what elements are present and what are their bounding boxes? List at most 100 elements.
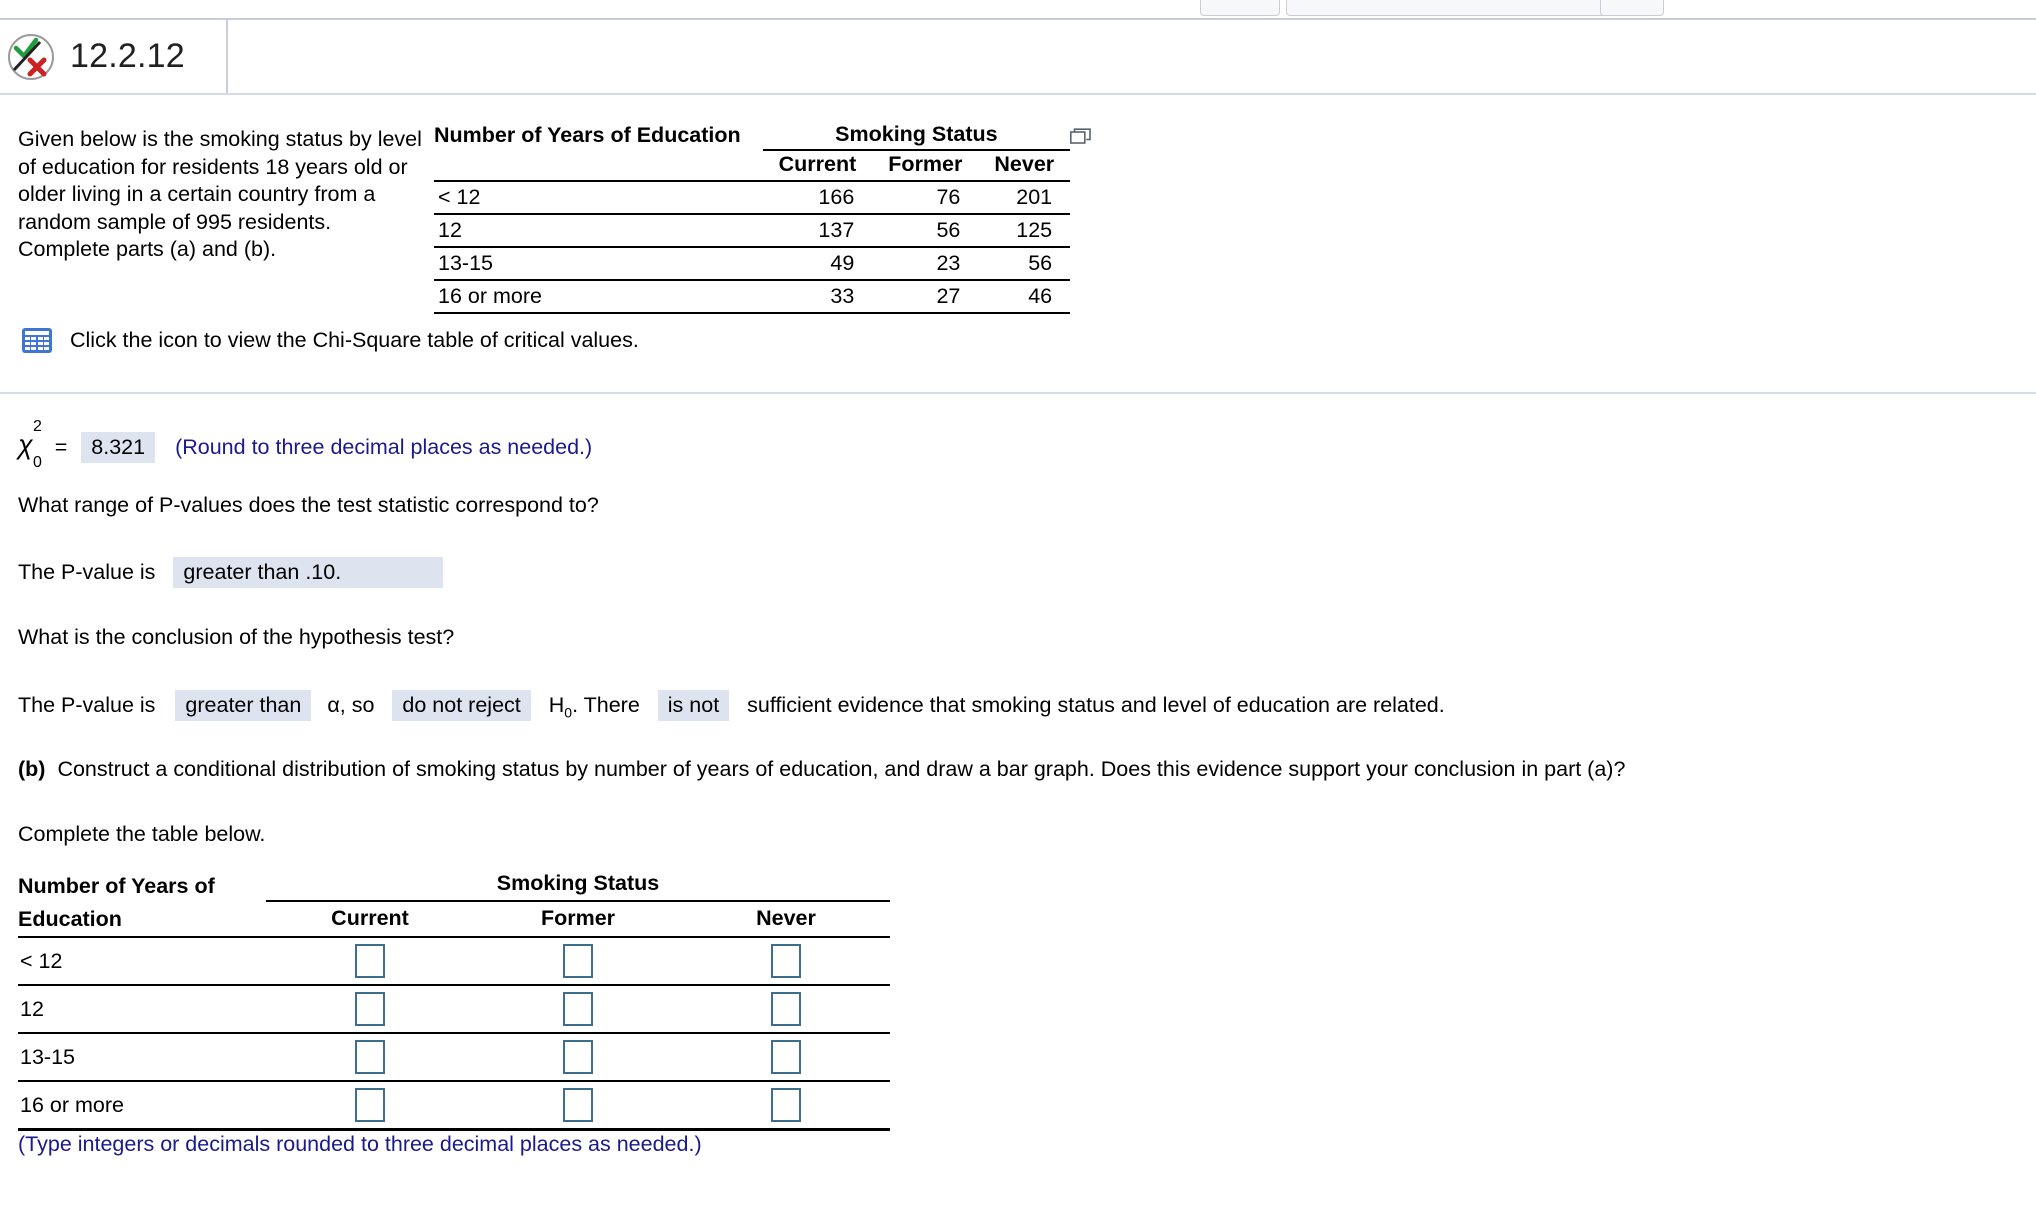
top-toolbar-strip xyxy=(0,0,2036,20)
part-b-prompt-row: (b) Construct a conditional distribution… xyxy=(18,757,1625,782)
current-input-field[interactable] xyxy=(355,1040,385,1074)
btable-input-cell[interactable] xyxy=(682,936,890,986)
part-b-note: (Type integers or decimals rounded to th… xyxy=(18,1132,702,1156)
btable-row-header-line2: Education xyxy=(18,907,122,931)
part-b-label: (b) xyxy=(18,757,46,781)
data-table-row-header: Number of Years of Education xyxy=(434,122,763,181)
current-input-field[interactable] xyxy=(355,1088,385,1122)
data-row-label: < 12 xyxy=(434,181,763,215)
section-divider xyxy=(0,392,2036,394)
data-table-col-former: Former xyxy=(888,152,963,176)
chi-superscript: 2 xyxy=(33,418,42,435)
given-data-table: Number of Years of Education Smoking Sta… xyxy=(434,122,1071,314)
btable-col-never: Never xyxy=(756,905,816,930)
conditional-distribution-table: Number of Years of Education Smoking Sta… xyxy=(18,870,890,1131)
equals-sign: = xyxy=(54,435,68,459)
data-cell: 201 xyxy=(978,181,1071,215)
btable-input-cell[interactable] xyxy=(474,1080,682,1131)
never-input-field[interactable] xyxy=(771,944,801,978)
btable-input-cell[interactable] xyxy=(266,1032,474,1082)
pvalue-answer-dropdown[interactable]: greater than .10. xyxy=(173,557,444,588)
data-cell: 27 xyxy=(872,280,979,314)
data-cell: 56 xyxy=(978,247,1071,281)
data-table-row-header-line1: Number of Years of Education xyxy=(434,123,741,147)
btable-input-cell[interactable] xyxy=(682,984,890,1034)
data-row-label: 16 or more xyxy=(434,280,763,314)
part-b-instruction: Complete the table below. xyxy=(18,822,266,846)
btable-col-current: Current xyxy=(331,905,409,930)
table-row: < 12 166 76 201 xyxy=(434,181,1071,215)
conclusion-answer-row: The P-value is greater than α, so do not… xyxy=(18,690,1445,721)
chi-square-value-field[interactable]: 8.321 xyxy=(81,432,156,463)
btable-input-cell[interactable] xyxy=(474,936,682,986)
question-header-inner: 12.2.12 xyxy=(0,20,228,93)
pvalue-question: What range of P-values does the test sta… xyxy=(18,493,599,517)
toolbar-control-b[interactable] xyxy=(1286,0,1610,16)
table-row: 16 or more xyxy=(18,1080,890,1131)
btable-row-label: < 12 xyxy=(18,936,266,986)
check-cross-icon xyxy=(8,33,54,80)
table-grid-icon[interactable] xyxy=(22,328,52,353)
btable-input-cell[interactable] xyxy=(266,984,474,1034)
former-input-field[interactable] xyxy=(563,1040,593,1074)
conclusion-compare-dropdown[interactable]: greater than xyxy=(175,690,312,721)
btable-input-cell[interactable] xyxy=(474,1032,682,1082)
data-cell: 46 xyxy=(978,280,1071,314)
table-row: 13-15 xyxy=(18,1032,890,1082)
table-row: 12 137 56 125 xyxy=(434,214,1071,248)
data-cell: 56 xyxy=(872,214,979,248)
data-table-group-header: Smoking Status xyxy=(762,122,1071,151)
null-hypothesis-label: H0. There xyxy=(548,693,640,721)
btable-row-label: 16 or more xyxy=(18,1080,266,1131)
btable-input-cell[interactable] xyxy=(474,984,682,1034)
data-row-label: 13-15 xyxy=(434,247,763,281)
btable-row-label: 12 xyxy=(18,984,266,1034)
btable-row-header: Number of Years of Education xyxy=(18,870,266,937)
current-input-field[interactable] xyxy=(355,944,385,978)
btable-col-former: Former xyxy=(540,905,616,930)
chi-symbol: χ20 xyxy=(18,418,42,471)
current-input-field[interactable] xyxy=(355,992,385,1026)
rounding-note: (Round to three decimal places as needed… xyxy=(175,435,593,459)
toolbar-control-c[interactable] xyxy=(1600,0,1664,16)
table-row: 16 or more 33 27 46 xyxy=(434,280,1071,314)
btable-input-cell[interactable] xyxy=(682,1032,890,1082)
pvalue-answer-row: The P-value is greater than .10. xyxy=(18,557,444,588)
data-cell: 49 xyxy=(762,247,873,281)
btable-input-cell[interactable] xyxy=(266,1080,474,1131)
question-header: 12.2.12 xyxy=(0,20,2036,95)
table-row: 13-15 49 23 56 xyxy=(434,247,1071,281)
data-table-col-current: Current xyxy=(778,152,857,176)
btable-input-cell[interactable] xyxy=(266,936,474,986)
chi-subscript: 0 xyxy=(33,454,42,471)
chi-square-table-link-label: Click the icon to view the Chi-Square ta… xyxy=(70,328,639,352)
btable-row-label: 13-15 xyxy=(18,1032,266,1082)
popout-window-icon[interactable] xyxy=(1070,128,1092,146)
former-input-field[interactable] xyxy=(563,992,593,1026)
conclusion-tail-label: sufficient evidence that smoking status … xyxy=(747,693,1445,717)
conclusion-question: What is the conclusion of the hypothesis… xyxy=(18,625,455,649)
conclusion-decision-dropdown[interactable]: do not reject xyxy=(392,690,531,721)
pvalue-prefix-label: The P-value is xyxy=(18,560,156,584)
never-input-field[interactable] xyxy=(771,1088,801,1122)
data-cell: 23 xyxy=(872,247,979,281)
problem-statement: Given below is the smoking status by lev… xyxy=(18,127,422,261)
chi-square-table-link[interactable]: Click the icon to view the Chi-Square ta… xyxy=(22,328,639,353)
btable-input-cell[interactable] xyxy=(682,1080,890,1131)
table-row: < 12 xyxy=(18,936,890,986)
chi-square-statistic-row: χ20 = 8.321 (Round to three decimal plac… xyxy=(18,418,593,471)
conclusion-evidence-dropdown[interactable]: is not xyxy=(657,690,730,721)
btable-group-header: Smoking Status xyxy=(266,870,890,903)
btable-row-header-line1: Number of Years of xyxy=(18,874,215,898)
never-input-field[interactable] xyxy=(771,992,801,1026)
page-title: 12.2.12 xyxy=(70,37,185,75)
data-row-label: 12 xyxy=(434,214,763,248)
conclusion-prefix-label: The P-value is xyxy=(18,693,156,717)
table-row: 12 xyxy=(18,984,890,1034)
toolbar-control-a[interactable] xyxy=(1200,0,1280,16)
data-cell: 125 xyxy=(978,214,1071,248)
former-input-field[interactable] xyxy=(563,1088,593,1122)
never-input-field[interactable] xyxy=(771,1040,801,1074)
former-input-field[interactable] xyxy=(563,944,593,978)
conclusion-alpha-label: α, so xyxy=(327,693,375,717)
